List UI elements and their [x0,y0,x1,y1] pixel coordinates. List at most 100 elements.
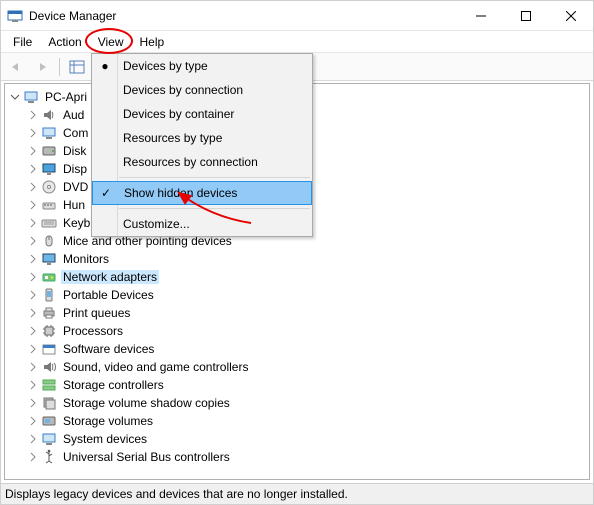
expander-closed-icon[interactable] [27,235,39,247]
tree-item-label: Print queues [61,306,132,320]
expander-closed-icon[interactable] [27,451,39,463]
tree-item-label: Disk [61,144,88,158]
titlebar: Device Manager [1,1,593,31]
menu-help[interactable]: Help [132,33,173,51]
tree-item[interactable]: Universal Serial Bus controllers [27,448,589,466]
menu-view[interactable]: View [90,33,132,51]
expander-closed-icon[interactable] [27,271,39,283]
minimize-button[interactable] [458,1,503,30]
expander-closed-icon[interactable] [27,379,39,391]
sound-icon [41,359,57,375]
expander-closed-icon[interactable] [27,289,39,301]
menu-separator [119,208,310,209]
tree-item-label: Software devices [61,342,156,356]
expander-closed-icon[interactable] [27,343,39,355]
tree-item[interactable]: Storage volumes [27,412,589,430]
tree-item-label: Monitors [61,252,111,266]
expander-closed-icon[interactable] [27,163,39,175]
radio-selected-icon: ● [99,59,111,73]
portable-icon [41,287,57,303]
processor-icon [41,323,57,339]
tree-item[interactable]: Software devices [27,340,589,358]
tree-item-label: Hun [61,198,87,212]
software-icon [41,341,57,357]
forward-button[interactable] [31,56,53,78]
menu-customize[interactable]: Customize... [117,212,312,236]
expander-closed-icon[interactable] [27,325,39,337]
monitor-icon [41,251,57,267]
menu-resources-by-connection[interactable]: Resources by connection [117,150,312,174]
window-title: Device Manager [29,9,458,23]
toolbar-separator [59,58,60,76]
maximize-button[interactable] [503,1,548,30]
tree-item-label: Aud [61,108,86,122]
view-dropdown-menu: ● Devices by type Devices by connection … [91,53,313,237]
expander-closed-icon[interactable] [27,217,39,229]
menu-file[interactable]: File [5,33,40,51]
disk-icon [41,143,57,159]
tree-root-label: PC-Apri [43,90,89,104]
tree-item[interactable]: Storage controllers [27,376,589,394]
volume-icon [41,413,57,429]
menu-item-label: Resources by type [123,131,222,145]
network-icon [41,269,57,285]
expander-open-icon[interactable] [9,91,21,103]
menu-item-label: Show hidden devices [124,186,237,200]
tree-item-label: Network adapters [61,270,159,284]
menu-resources-by-type[interactable]: Resources by type [117,126,312,150]
tree-item[interactable]: System devices [27,430,589,448]
tree-item-label: DVD [61,180,90,194]
expander-closed-icon[interactable] [27,307,39,319]
menu-item-label: Devices by container [123,107,234,121]
tree-item-label: Disp [61,162,89,176]
expander-closed-icon[interactable] [27,127,39,139]
menu-devices-by-container[interactable]: Devices by container [117,102,312,126]
tree-item[interactable]: Print queues [27,304,589,322]
tree-item[interactable]: Storage volume shadow copies [27,394,589,412]
mouse-icon [41,233,57,249]
menu-separator [119,177,310,178]
check-icon: ✓ [100,186,112,200]
menubar: File Action View Help [1,31,593,53]
tree-item-label: Portable Devices [61,288,156,302]
tree-item-label: Com [61,126,90,140]
menu-devices-by-type[interactable]: ● Devices by type [117,54,312,78]
status-text: Displays legacy devices and devices that… [5,487,348,501]
menu-show-hidden-devices[interactable]: ✓ Show hidden devices [92,181,312,205]
dvd-icon [41,179,57,195]
show-console-tree-button[interactable] [66,56,88,78]
tree-item[interactable]: Sound, video and game controllers [27,358,589,376]
expander-closed-icon[interactable] [27,415,39,427]
display-icon [41,161,57,177]
expander-closed-icon[interactable] [27,253,39,265]
expander-closed-icon[interactable] [27,145,39,157]
tree-item[interactable]: Processors [27,322,589,340]
expander-closed-icon[interactable] [27,181,39,193]
tree-item[interactable]: Monitors [27,250,589,268]
expander-closed-icon[interactable] [27,397,39,409]
expander-closed-icon[interactable] [27,109,39,121]
app-icon [7,8,23,24]
storagectl-icon [41,377,57,393]
tree-item-label: Keyb [61,216,92,230]
expander-closed-icon[interactable] [27,433,39,445]
usb-icon [41,449,57,465]
computer-icon [23,89,39,105]
back-button[interactable] [5,56,27,78]
system-icon [41,431,57,447]
close-button[interactable] [548,1,593,30]
tree-item-label: Universal Serial Bus controllers [61,450,232,464]
tree-item[interactable]: Network adapters [27,268,589,286]
menu-action[interactable]: Action [40,33,89,51]
statusbar: Displays legacy devices and devices that… [1,483,593,504]
shadow-icon [41,395,57,411]
tree-item-label: Processors [61,324,125,338]
tree-item-label: Storage controllers [61,378,166,392]
tree-item-label: Sound, video and game controllers [61,360,250,374]
expander-closed-icon[interactable] [27,199,39,211]
speaker-icon [41,107,57,123]
expander-closed-icon[interactable] [27,361,39,373]
menu-item-label: Devices by connection [123,83,243,97]
tree-item[interactable]: Portable Devices [27,286,589,304]
menu-devices-by-connection[interactable]: Devices by connection [117,78,312,102]
